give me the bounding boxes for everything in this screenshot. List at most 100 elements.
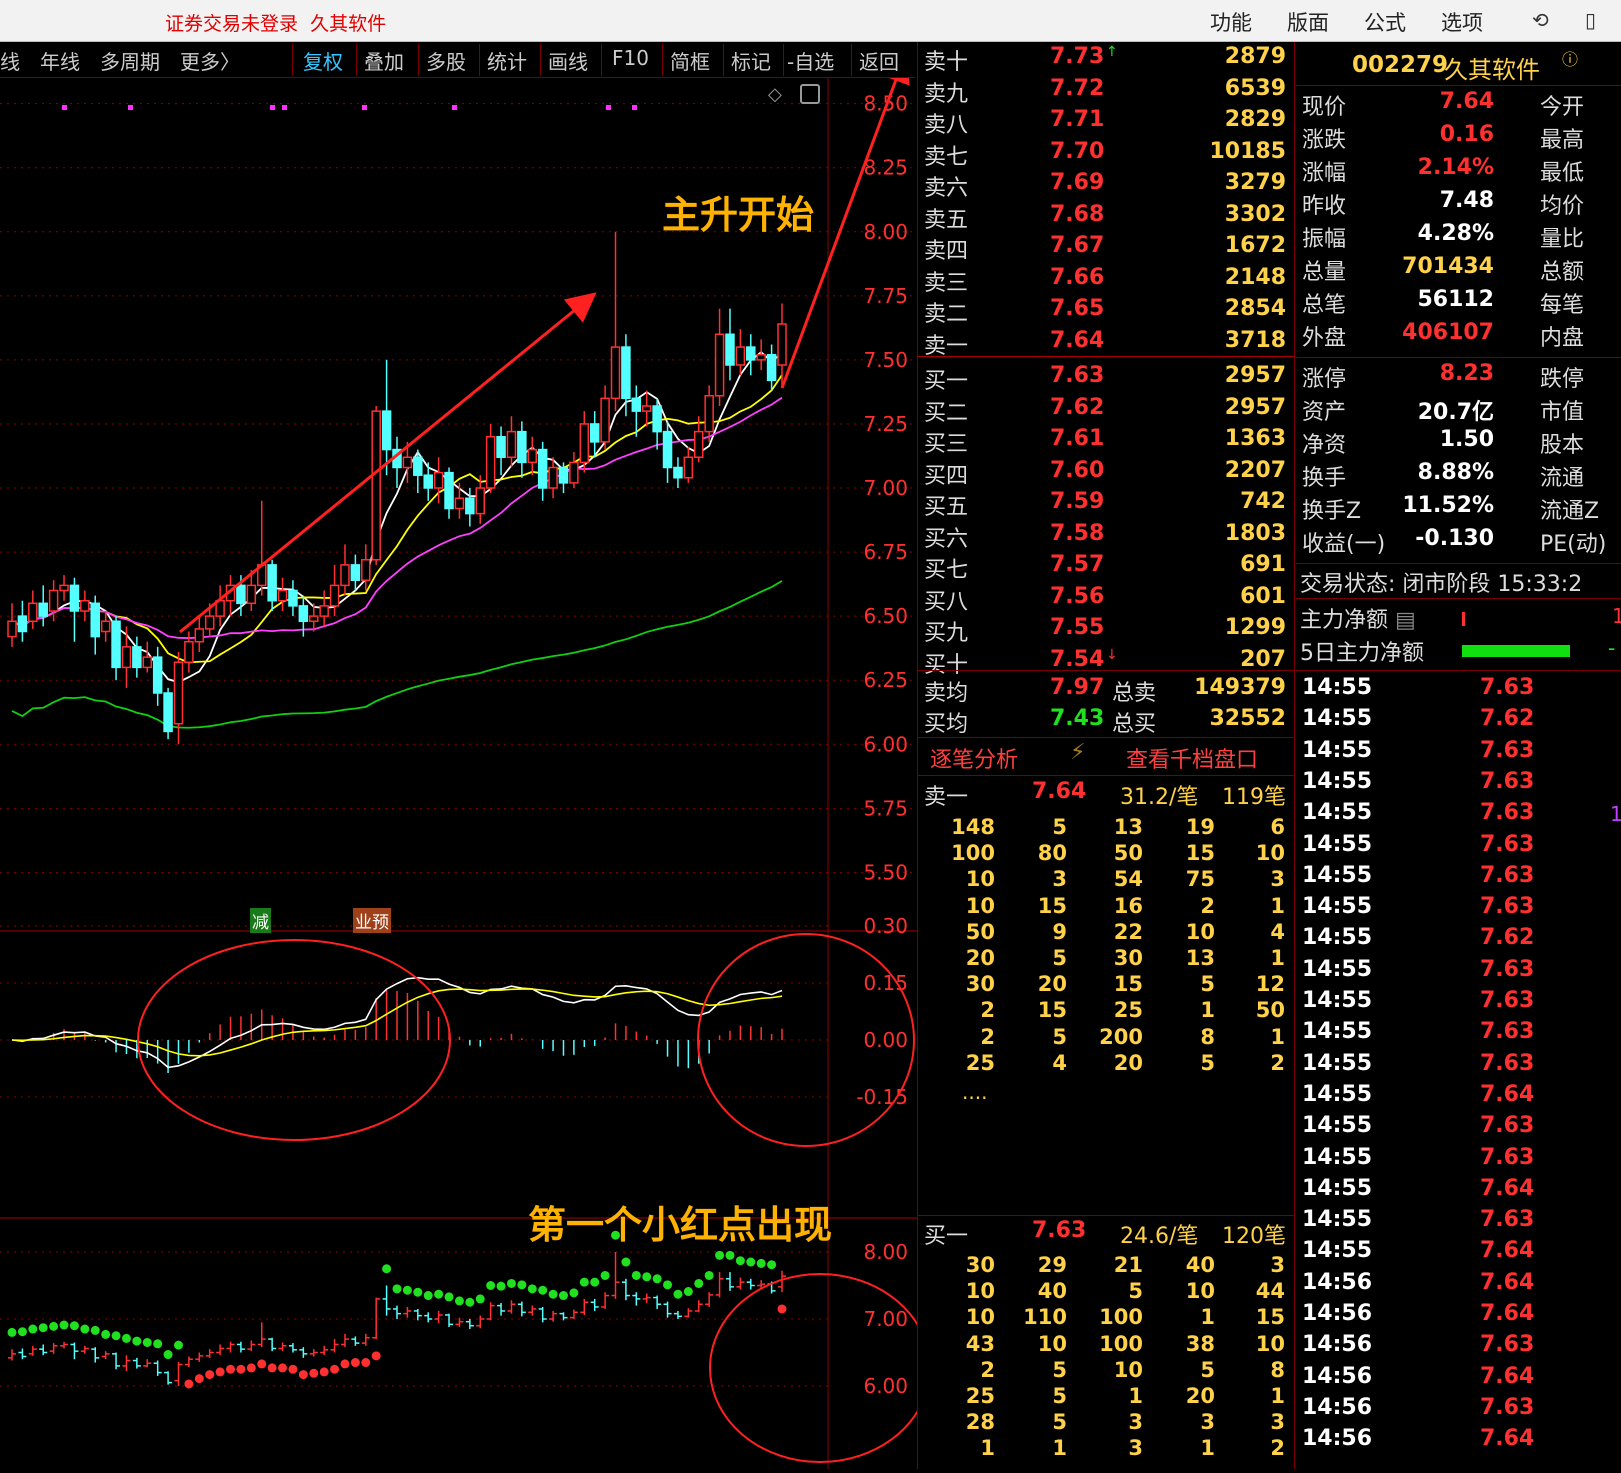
stock-header[interactable]: 002279 久其软件 ⓘ [1296,44,1621,86]
tool-f10[interactable]: F10 [612,46,649,70]
tool-back[interactable]: 返回 [859,46,899,75]
candle [423,474,433,489]
login-status[interactable]: 证券交易未登录 久其软件 [165,9,386,36]
tick-price: 7.63 [1480,831,1535,857]
price-tick-label: 7.00 [863,476,908,500]
sar-dot [506,1278,516,1288]
quote-row: 资产 20.7亿 市值 [1300,394,1621,427]
tool-stats[interactable]: 统计 [487,46,527,75]
kline-chart-area[interactable]: 8.508.258.007.757.507.257.006.756.506.25… [0,52,931,1469]
diamond-icon[interactable]: ◇ [768,84,782,105]
tick-price: 7.63 [1480,1207,1535,1233]
buy-level-row[interactable]: 买十 7.54 ↓ 207 [922,647,1292,678]
tick-cell: 100 [1099,1305,1143,1330]
tick-cell: 9 [1052,919,1067,944]
sar-dot [330,1364,340,1374]
menu-layout[interactable]: 版面 [1287,7,1329,37]
tick-cell: 5 [1052,1024,1067,1049]
sell-level-row[interactable]: 卖六 7.69 3279 [922,170,1292,201]
tab-year[interactable]: 年线 [40,46,80,75]
tick-cell: 5 [1052,1410,1067,1435]
sell-level-row[interactable]: 卖八 7.71 2829 [922,107,1292,138]
badge-reduce[interactable]: 减 [250,908,271,933]
tick-cell: 30 [965,1253,995,1277]
buy-level-row[interactable]: 买六 7.58 1803 [922,521,1292,552]
tick-cell: 5 [1052,1357,1067,1382]
level-label: 卖三 [924,270,969,296]
buy-level-row[interactable]: 买五 7.59 742 [922,489,1292,520]
sell-level-row[interactable]: 卖七 7.70 10185 [922,139,1292,170]
sar-dot [642,1272,652,1282]
candle [288,589,298,607]
quote-value: -0.130 [1415,526,1494,551]
level-price: 7.67 [1050,233,1105,258]
tick-cell: 25 [1113,998,1143,1023]
buy-level-row[interactable]: 买四 7.60 2207 [922,458,1292,489]
tool-overlay[interactable]: 叠加 [364,46,404,75]
refresh-icon[interactable]: ⟲ [1532,8,1549,32]
quote-row: 收益(一) -0.130 PE(动) [1300,526,1621,559]
tick-analysis-tab[interactable]: 逐笔分析 [930,742,1018,774]
tick-cell: 15 [1037,893,1067,918]
buy-level-row[interactable]: 买三 7.61 1363 [922,426,1292,457]
price-tick-label: 6.00 [863,732,908,756]
tab-more[interactable]: 更多〉 [180,46,240,75]
candle [204,615,215,630]
tick-time: 14:55 [1302,1050,1373,1076]
tool-adjust[interactable]: 复权 [303,46,343,75]
buy-level-row[interactable]: 买一 7.63 2957 [922,363,1292,394]
kline-chart[interactable]: 8.508.258.007.757.507.257.006.756.506.25… [0,52,931,1469]
quote-value: 1.50 [1439,427,1494,452]
tool-simple-frame[interactable]: 简框 [670,46,710,75]
tick-time: 14:55 [1302,1238,1373,1264]
sell-level-row[interactable]: 卖十 7.73 ↑ 2879 [922,44,1292,75]
sell-level-row[interactable]: 卖四 7.67 1672 [922,233,1292,264]
avg-label: 卖均 [924,681,969,706]
quote-label: 现价 [1302,95,1347,120]
tick-cell: 1 [1270,946,1285,970]
tab-period-line[interactable]: 线 [0,46,20,75]
tool-mark[interactable]: 标记 [731,46,771,75]
tool-multi-stock[interactable]: 多股 [426,46,466,75]
tool-draw[interactable]: 画线 [548,46,588,75]
candle [558,466,569,484]
tick-price: 7.64 [1480,1175,1535,1201]
buy-level-row[interactable]: 买七 7.57 691 [922,552,1292,583]
tool-remove-watchlist[interactable]: -自选 [787,46,834,75]
avg-price: 7.43 [1050,706,1105,731]
level-price: 7.62 [1050,394,1105,420]
badge-forecast[interactable]: 业预 [353,908,391,933]
tab-multi-period[interactable]: 多周期 [100,46,160,75]
sar-dot [392,1284,402,1294]
menu-function[interactable]: 功能 [1210,7,1252,37]
level-price: 7.72 [1050,75,1105,101]
macd-tick-label: -0.15 [856,1085,908,1109]
price-tick-label: 8.00 [863,220,908,244]
window-icon[interactable]: ▯ [1585,8,1596,32]
sell-level-row[interactable]: 卖一 7.64 3718 [922,328,1292,359]
price-tick-label: 6.25 [863,668,908,692]
tick-price: 7.64 [1480,1426,1535,1452]
menu-formula[interactable]: 公式 [1364,7,1406,37]
avg-label: 买均 [924,712,969,737]
sell-level-row[interactable]: 卖九 7.72 6539 [922,76,1292,107]
buy-level-row[interactable]: 买九 7.55 1299 [922,615,1292,646]
buy-level-row[interactable]: 买八 7.56 601 [922,584,1292,615]
candle [402,456,413,469]
tick-cell: 2 [1270,1050,1285,1075]
candle [673,466,683,479]
sar-dot [746,1257,756,1267]
view-depth-link[interactable]: 查看千档盘口 [1126,742,1258,774]
sar-dot [80,1324,90,1334]
sell-level-row[interactable]: 卖五 7.68 3302 [922,202,1292,233]
level-volume: 6539 [1224,75,1286,101]
menu-options[interactable]: 选项 [1441,7,1483,37]
panel-toggle-icon[interactable] [800,84,820,104]
sell-level-row[interactable]: 卖三 7.66 2148 [922,265,1292,296]
sell-level-row[interactable]: 卖二 7.65 2854 [922,296,1292,327]
info-icon[interactable]: ⓘ [1562,46,1578,70]
tick-cell: 8 [1270,1357,1285,1382]
quote-value: 8.88% [1417,460,1494,485]
candle [714,333,725,397]
buy-level-row[interactable]: 买二 7.62 2957 [922,395,1292,426]
